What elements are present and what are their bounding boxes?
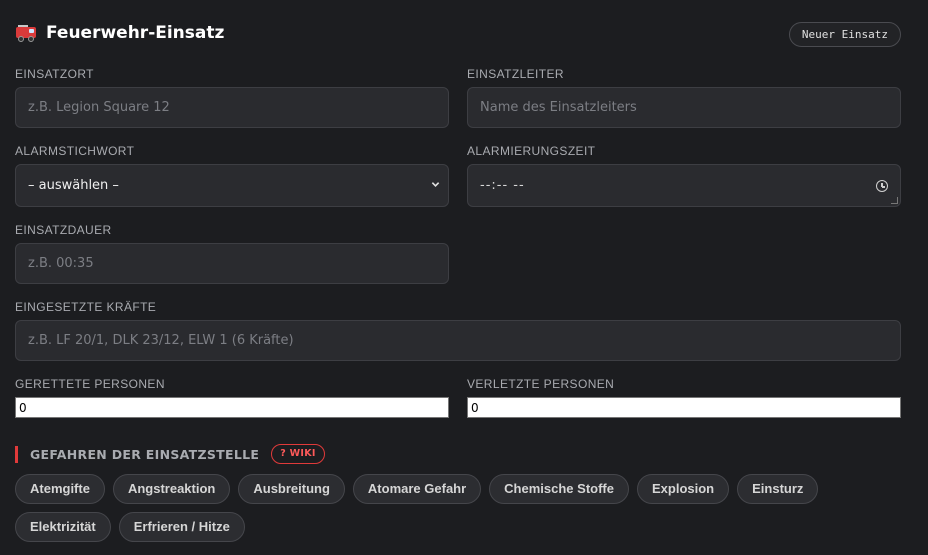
alarmierungszeit-input[interactable]: --:-- --	[467, 164, 901, 207]
hazard-chip[interactable]: Atemgifte	[15, 474, 105, 504]
hazards-title: GEFAHREN DER EINSATZSTELLE	[30, 446, 260, 462]
verletzte-input[interactable]	[467, 397, 901, 418]
accent-bar	[15, 445, 18, 463]
hazards-section-header: GEFAHREN DER EINSATZSTELLE ? WIKI	[15, 444, 325, 464]
verletzte-label: VERLETZTE PERSONEN	[467, 377, 615, 391]
gerettete-label: GERETTETE PERSONEN	[15, 377, 165, 391]
resize-handle-icon[interactable]	[891, 197, 898, 204]
hazard-chip[interactable]: Elektrizität	[15, 512, 111, 542]
einsatzort-input[interactable]	[15, 87, 449, 128]
fire-truck-icon	[16, 24, 38, 42]
hazard-chip[interactable]: Chemische Stoffe	[489, 474, 629, 504]
page-title-text: Feuerwehr-Einsatz	[46, 23, 225, 43]
einsatzort-label: EINSATZORT	[15, 67, 94, 81]
einsatzdauer-label: EINSATZDAUER	[15, 223, 112, 237]
alarmstichwort-select[interactable]: – auswählen –	[15, 164, 449, 207]
einsatzdauer-input[interactable]	[15, 243, 449, 284]
hazard-chip-list: Atemgifte Angstreaktion Ausbreitung Atom…	[15, 474, 895, 542]
hazard-chip[interactable]: Atomare Gefahr	[352, 474, 482, 504]
gerettete-input[interactable]	[15, 397, 449, 418]
hazard-chip[interactable]: Einsturz	[737, 474, 819, 504]
hazard-chip[interactable]: Angstreaktion	[112, 474, 231, 504]
kraefte-input[interactable]	[15, 320, 901, 361]
kraefte-label: EINGESETZTE KRÄFTE	[15, 300, 157, 314]
app-header: Feuerwehr-Einsatz Neuer Einsatz	[16, 20, 901, 50]
alarmstichwort-label: ALARMSTICHWORT	[15, 144, 135, 158]
alarmierungszeit-value: --:-- --	[480, 178, 525, 193]
page-title: Feuerwehr-Einsatz	[16, 23, 224, 43]
alarmstichwort-selected: – auswählen –	[28, 178, 119, 193]
hazard-chip[interactable]: Explosion	[636, 474, 730, 504]
alarmierungszeit-label: ALARMIERUNGSZEIT	[467, 144, 596, 158]
new-incident-button[interactable]: Neuer Einsatz	[788, 22, 901, 47]
clock-icon[interactable]	[876, 180, 888, 192]
einsatzleiter-label: EINSATZLEITER	[467, 67, 564, 81]
hazard-chip[interactable]: Ausbreitung	[238, 474, 345, 504]
wiki-button[interactable]: ? WIKI	[271, 444, 325, 464]
hazard-chip[interactable]: Erfrieren / Hitze	[118, 512, 245, 542]
chevron-down-icon	[431, 182, 440, 187]
einsatzleiter-input[interactable]	[467, 87, 901, 128]
